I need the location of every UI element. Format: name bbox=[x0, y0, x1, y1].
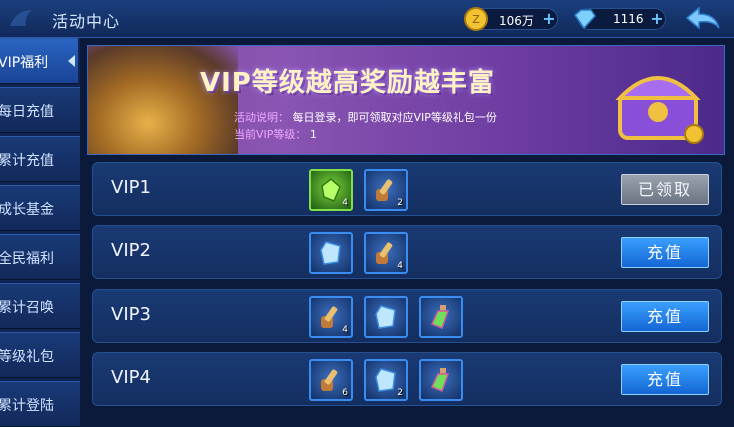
sidebar-item-label: 累计充值 bbox=[0, 153, 54, 169]
item-count: 4 bbox=[397, 261, 403, 271]
reward-item[interactable]: 6 bbox=[309, 359, 353, 401]
sidebar-item-label: 成长基金 bbox=[0, 202, 54, 218]
reward-item[interactable] bbox=[364, 296, 408, 338]
current-vip-level: 当前VIP等级： 1 bbox=[234, 126, 317, 142]
item-count: 6 bbox=[342, 388, 348, 398]
page-title: 活动中心 bbox=[52, 12, 121, 31]
scroll-icon bbox=[321, 369, 338, 391]
vip-row: VIP2 4 充值 bbox=[92, 225, 722, 279]
add-gold-button[interactable]: + bbox=[541, 11, 557, 28]
sidebar-item-label: 累计登陆 bbox=[0, 398, 54, 414]
green-gem-icon bbox=[321, 178, 341, 202]
scroll-icon bbox=[376, 242, 393, 264]
dragon-emblem-icon bbox=[10, 10, 32, 26]
back-arrow-icon[interactable] bbox=[683, 4, 723, 34]
blue-crystal-icon bbox=[375, 305, 396, 329]
vip-level-label: VIP3 bbox=[111, 304, 151, 325]
potion-icon bbox=[430, 305, 450, 329]
blue-crystal-icon bbox=[375, 368, 396, 392]
recharge-button[interactable]: 充值 bbox=[621, 237, 709, 268]
potion-icon bbox=[430, 368, 450, 392]
diamond-value: 1116 bbox=[613, 12, 644, 26]
sidebar-item-label: 等级礼包 bbox=[0, 349, 54, 365]
sidebar-item-level-gift[interactable]: 等级礼包 bbox=[0, 332, 80, 378]
sidebar-item-label: 累计召唤 bbox=[0, 300, 54, 316]
recharge-button[interactable]: 充值 bbox=[621, 364, 709, 395]
chevron-left-icon bbox=[68, 55, 75, 67]
sidebar-item-cumulative-recharge[interactable]: 累计充值 bbox=[0, 136, 80, 182]
vip-banner: VIP等级越高奖励越丰富 活动说明： 每日登录，即可领取对应VIP等级礼包一份 … bbox=[87, 45, 725, 155]
sidebar: VIP福利 每日充值 累计充值 成长基金 全民福利 累计召唤 等级礼包 累计登陆 bbox=[0, 38, 80, 427]
diamond-resource: 1116 + bbox=[573, 8, 666, 30]
reward-item[interactable]: 4 bbox=[309, 169, 353, 211]
sidebar-item-daily-recharge[interactable]: 每日充值 bbox=[0, 87, 80, 133]
item-count: 4 bbox=[342, 198, 348, 208]
activity-description: 活动说明： 每日登录，即可领取对应VIP等级礼包一份 bbox=[234, 109, 497, 125]
vip-level-key: 当前VIP等级： bbox=[234, 128, 307, 141]
svg-text:Z: Z bbox=[472, 13, 480, 26]
vip-level-label: VIP2 bbox=[111, 240, 151, 261]
item-count: 4 bbox=[342, 325, 348, 335]
sidebar-item-cumulative-login[interactable]: 累计登陆 bbox=[0, 381, 80, 427]
banner-headline: VIP等级越高奖励越丰富 bbox=[200, 68, 495, 98]
scroll-icon bbox=[376, 179, 393, 201]
sidebar-item-label: 每日充值 bbox=[0, 104, 54, 120]
vip-row: VIP4 6 2 充值 bbox=[92, 352, 722, 406]
reward-item[interactable]: 2 bbox=[364, 169, 408, 211]
add-diamond-button[interactable]: + bbox=[649, 11, 665, 28]
diamond-icon bbox=[573, 9, 596, 30]
sidebar-item-label: 全民福利 bbox=[0, 251, 54, 267]
recharge-button[interactable]: 充值 bbox=[621, 301, 709, 332]
sidebar-item-cumulative-summon[interactable]: 累计召唤 bbox=[0, 283, 80, 329]
purple-chest-icon bbox=[615, 76, 704, 144]
scroll-icon bbox=[321, 306, 338, 328]
reward-item[interactable] bbox=[419, 359, 463, 401]
gold-coin-icon: Z bbox=[464, 7, 488, 31]
reward-item[interactable]: 2 bbox=[364, 359, 408, 401]
vip-row: VIP1 4 2 已领取 bbox=[92, 162, 722, 216]
vip-row: VIP3 4 充值 bbox=[92, 289, 722, 343]
claimed-button[interactable]: 已领取 bbox=[621, 174, 709, 205]
top-bar: 活动中心 Z 106万 + 1116 + bbox=[0, 0, 734, 38]
vip-level-value: 1 bbox=[309, 128, 317, 141]
item-count: 2 bbox=[397, 198, 403, 208]
reward-item[interactable] bbox=[309, 232, 353, 274]
reward-item[interactable]: 4 bbox=[364, 232, 408, 274]
reward-item[interactable]: 4 bbox=[309, 296, 353, 338]
sidebar-item-vip-welfare[interactable]: VIP福利 bbox=[0, 38, 78, 84]
reward-item[interactable] bbox=[419, 296, 463, 338]
sidebar-item-all-welfare[interactable]: 全民福利 bbox=[0, 234, 80, 280]
gold-resource: Z 106万 + bbox=[464, 7, 558, 31]
vip-level-label: VIP1 bbox=[111, 177, 151, 198]
vip-level-label: VIP4 bbox=[111, 367, 151, 388]
description-value: 每日登录，即可领取对应VIP等级礼包一份 bbox=[292, 111, 497, 124]
description-key: 活动说明： bbox=[234, 111, 289, 124]
gold-value: 106万 bbox=[499, 14, 534, 28]
sidebar-item-growth-fund[interactable]: 成长基金 bbox=[0, 185, 80, 231]
item-count: 2 bbox=[397, 388, 403, 398]
sidebar-item-label: VIP福利 bbox=[0, 55, 49, 71]
blue-crystal-icon bbox=[320, 241, 341, 265]
